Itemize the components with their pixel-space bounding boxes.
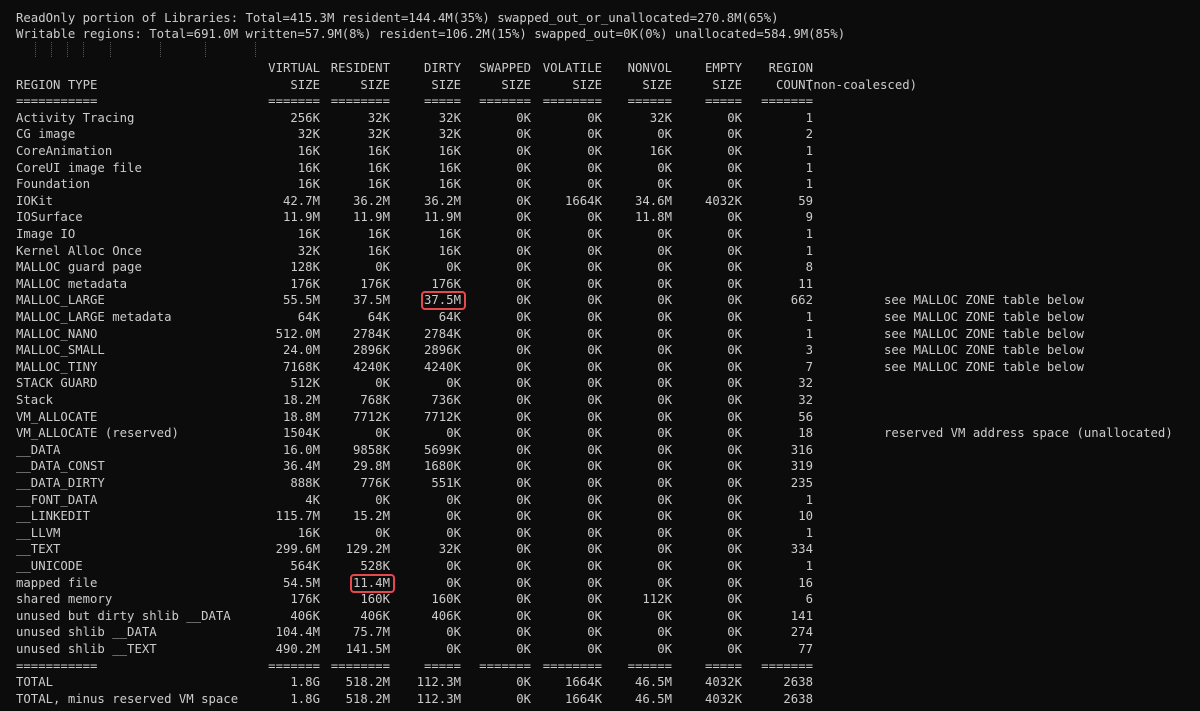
region-type-cell: MALLOC_SMALL: [16, 343, 105, 358]
guide-mark: [67, 42, 68, 57]
region-count-cell: 2638: [783, 675, 813, 690]
region-type-cell: __UNICODE: [16, 559, 83, 573]
region-type-cell: __DATA: [16, 442, 61, 457]
note-cell: see MALLOC ZONE table below: [884, 293, 1084, 308]
region-count-cell: 10: [798, 509, 813, 524]
region-count-cell: 77: [798, 642, 813, 656]
region-type-cell: MALLOC guard page: [16, 260, 142, 275]
guide-mark: [160, 42, 161, 57]
region-count-cell: 662: [790, 293, 813, 308]
region-count-cell: 141: [790, 608, 813, 623]
highlight-box: [421, 291, 466, 311]
region-count-cell: 235: [790, 476, 813, 490]
note-cell: see MALLOC ZONE table below: [884, 343, 1084, 358]
region-type-cell: __TEXT: [16, 542, 61, 557]
region-type-cell: REGION TYPE: [16, 77, 98, 92]
region-type-cell: __DATA_DIRTY: [16, 476, 105, 490]
region-type-cell: VM_ALLOCATE: [16, 409, 98, 424]
region-count-cell: 6: [805, 592, 813, 607]
note-cell: (non-coalesced): [806, 77, 918, 92]
region-type-cell: Activity Tracing: [16, 110, 135, 125]
highlight-box: [350, 573, 395, 593]
guide-mark: [255, 42, 256, 57]
region-type-cell: Kernel Alloc Once: [16, 243, 142, 258]
region-count-cell: 1: [805, 326, 813, 341]
region-count-cell: 56: [798, 409, 813, 424]
region-type-cell: shared memory: [16, 592, 113, 607]
guide-mark: [83, 42, 84, 57]
region-type-cell: Image IO: [16, 227, 76, 241]
region-count-cell: 1: [805, 177, 813, 192]
region-type-cell: unused shlib __TEXT: [16, 642, 157, 656]
region-type-cell: __DATA_CONST: [16, 459, 105, 474]
region-type-cell: unused but dirty shlib __DATA: [16, 608, 231, 623]
region-count-cell: 319: [790, 459, 813, 474]
region-count-cell: REGION: [768, 61, 813, 75]
region-count-cell: 1: [805, 525, 813, 540]
region-count-cell: 18: [798, 426, 813, 441]
region-type-cell: CoreUI image file: [16, 160, 142, 175]
region-count-cell: 274: [790, 625, 813, 640]
note-cell: reserved VM address space (unallocated): [884, 426, 1173, 441]
region-count-cell: 1: [805, 160, 813, 175]
region-type-cell: TOTAL: [16, 675, 54, 690]
region-type-cell: IOSurface: [16, 210, 83, 225]
region-type-cell: ===========: [16, 658, 98, 673]
region-count-cell: COUNT: [775, 77, 813, 92]
region-count-cell: 3: [805, 343, 813, 358]
guide-mark: [205, 42, 206, 57]
summary-readonly-line: ReadOnly portion of Libraries: Total=415…: [16, 11, 779, 25]
region-count-cell: 1: [805, 227, 813, 241]
region-count-cell: 1: [805, 310, 813, 324]
guide-mark: [110, 42, 111, 57]
region-type-cell: MALLOC metadata: [16, 276, 128, 291]
region-count-cell: 9: [805, 210, 813, 225]
region-count-cell: 16: [798, 575, 813, 590]
region-type-cell: unused shlib __DATA: [16, 625, 157, 640]
region-type-cell: MALLOC_LARGE metadata: [16, 310, 172, 324]
region-type-cell: MALLOC_NANO: [16, 326, 98, 341]
region-count-cell: 316: [790, 442, 813, 457]
region-count-cell: 8: [805, 260, 813, 275]
guide-mark: [51, 42, 52, 57]
region-type-cell: __LINKEDIT: [16, 509, 91, 524]
region-type-cell: Stack: [16, 393, 54, 407]
region-type-cell: VM_ALLOCATE (reserved): [16, 426, 179, 441]
region-count-cell: 32: [798, 376, 813, 391]
note-cell: see MALLOC ZONE table below: [884, 359, 1084, 374]
region-type-cell: CG image: [16, 127, 76, 142]
region-count-cell: 1: [805, 492, 813, 507]
region-type-cell: IOKit: [16, 193, 54, 208]
region-type-cell: mapped file: [16, 575, 98, 590]
region-count-cell: 2638: [783, 691, 813, 706]
region-type-cell: __FONT_DATA: [16, 492, 98, 507]
region-type-cell: ===========: [16, 94, 98, 109]
terminal-output: ReadOnly portion of Libraries: Total=415…: [0, 0, 1200, 711]
summary-writable-line: Writable regions: Total=691.0M written=5…: [16, 27, 846, 41]
region-type-cell: Foundation: [16, 177, 91, 192]
region-count-cell: =======: [761, 658, 813, 673]
region-type-cell: MALLOC_TINY: [16, 359, 98, 374]
region-count-cell: 1: [805, 110, 813, 125]
region-count-cell: 1: [805, 559, 813, 573]
note-cell: see MALLOC ZONE table below: [884, 310, 1084, 324]
region-type-cell: CoreAnimation: [16, 144, 113, 158]
region-count-cell: 11: [798, 276, 813, 291]
note-cell: see MALLOC ZONE table below: [884, 326, 1084, 341]
region-type-cell: MALLOC_LARGE: [16, 293, 105, 308]
region-count-cell: 334: [790, 542, 813, 557]
region-count-cell: 1: [805, 144, 813, 158]
region-count-cell: 1: [805, 243, 813, 258]
region-type-cell: __LLVM: [16, 525, 61, 540]
region-count-cell: 59: [798, 193, 813, 208]
region-count-cell: 32: [798, 393, 813, 407]
region-count-cell: =======: [761, 94, 813, 109]
region-count-cell: 7: [805, 359, 813, 374]
region-type-cell: STACK GUARD: [16, 376, 98, 391]
region-count-cell: 2: [805, 127, 813, 142]
guide-mark: [35, 42, 36, 57]
